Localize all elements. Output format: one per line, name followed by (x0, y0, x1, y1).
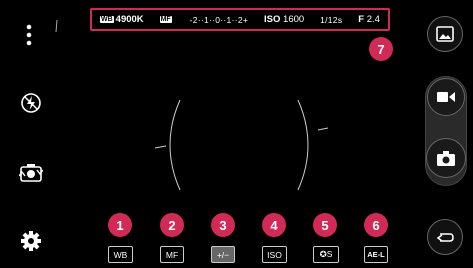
aperture-info: F 2.4 (358, 14, 380, 25)
badge-3: 3 (211, 213, 235, 237)
camera-shutter-button[interactable] (426, 138, 466, 178)
back-icon (436, 233, 454, 242)
manual-settings-info-bar: WB 4900K MF -2··1··0··1··2+ ISO 1600 1/1… (90, 8, 390, 31)
wb-value: 4900K (115, 14, 144, 25)
aperture-value: 2.4 (366, 14, 380, 25)
iso-mode-button[interactable]: ISO (262, 246, 287, 263)
ae-lock-button[interactable]: AE-L (364, 246, 388, 263)
more-icon[interactable] (25, 24, 33, 46)
back-button[interactable] (427, 219, 463, 255)
shutter-speed: 1/12s (320, 14, 343, 25)
iso-label: ISO (264, 14, 281, 25)
aperture-label: F (358, 14, 365, 25)
focus-mode-info: MF (159, 16, 174, 23)
mf-mode-button[interactable]: MF (160, 246, 184, 263)
gallery-button[interactable] (427, 16, 463, 52)
flash-off-icon[interactable] (20, 92, 42, 114)
camera-shutter-icon (437, 150, 455, 166)
badge-2: 2 (160, 213, 184, 237)
badge-5: 5 (313, 213, 337, 237)
badge-6: 6 (364, 213, 388, 237)
switch-camera-icon[interactable] (18, 162, 44, 184)
wb-mode-button[interactable]: WB (108, 246, 133, 263)
wb-tag: WB (100, 16, 114, 23)
exposure-mode-button[interactable]: +/− (211, 246, 235, 263)
iso-value: 1600 (283, 14, 305, 25)
settings-icon[interactable] (20, 230, 42, 252)
video-record-button[interactable] (427, 78, 465, 116)
gallery-icon (436, 26, 454, 42)
ev-scale: -2··1··0··1··2+ (189, 14, 249, 25)
badge-1: 1 (108, 213, 132, 237)
video-record-icon (437, 92, 455, 102)
mf-tag: MF (159, 16, 172, 23)
shutter-mode-button[interactable]: ✪S (313, 246, 339, 263)
badge-7: 7 (369, 37, 393, 61)
white-balance-info: WB 4900K (100, 14, 144, 25)
iso-info: ISO 1600 (264, 14, 304, 25)
focus-frame (154, 99, 329, 191)
focus-indicator (55, 19, 58, 33)
badge-4: 4 (262, 213, 286, 237)
